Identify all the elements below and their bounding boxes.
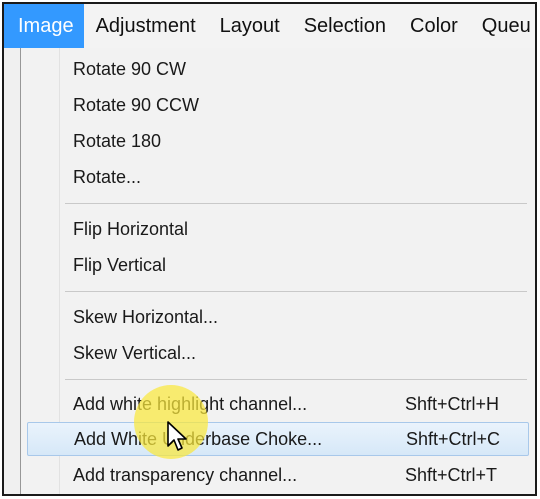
menu-item-rotate-90-cw[interactable]: Rotate 90 CW [27,52,529,86]
menu-item-skew-horizontal[interactable]: Skew Horizontal... [27,300,529,334]
menu-item-flip-vertical[interactable]: Flip Vertical [27,248,529,282]
menu-item-skew-vertical[interactable]: Skew Vertical... [27,336,529,370]
menu-item-label: Flip Vertical [73,254,167,275]
menu-image[interactable]: Image [4,4,84,48]
menu-item-label: Rotate 180 [73,130,162,151]
menu-separator [65,203,527,204]
menu-item-flip-horizontal[interactable]: Flip Horizontal [27,212,529,246]
menu-item-label: Add white highlight channel... [73,393,308,414]
menu-queue[interactable]: Queu [470,4,535,48]
menu-item-label: Skew Horizontal... [73,306,219,327]
menu-item-rotate-180[interactable]: Rotate 180 [27,124,529,158]
menu-item-shortcut: Shft+Ctrl+C [406,428,501,449]
menu-adjustment[interactable]: Adjustment [84,4,208,48]
menu-item-rotate-90-ccw[interactable]: Rotate 90 CCW [27,88,529,122]
menu-item-add-white-highlight-channel[interactable]: Add white highlight channel... Shft+Ctrl… [27,387,529,421]
menu-separator [65,291,527,292]
image-dropdown-menu: Rotate 90 CW Rotate 90 CCW Rotate 180 Ro… [20,48,535,494]
menu-item-add-transparency-channel[interactable]: Add transparency channel... Shft+Ctrl+T [27,458,529,492]
menu-item-label: Rotate 90 CCW [73,94,200,115]
menu-item-rotate-custom[interactable]: Rotate... [27,160,529,194]
menu-selection[interactable]: Selection [292,4,398,48]
menu-layout[interactable]: Layout [208,4,292,48]
menu-item-label: Flip Horizontal [73,218,189,239]
menu-item-label: Rotate... [73,166,142,187]
menu-bar: Image Adjustment Layout Selection Color … [4,4,535,48]
menu-item-shortcut: Shft+Ctrl+T [405,464,498,485]
app-window: Image Adjustment Layout Selection Color … [2,2,537,496]
menu-separator [65,379,527,380]
menu-item-label: Rotate 90 CW [73,58,187,79]
menu-item-shortcut: Shft+Ctrl+H [405,393,500,414]
menu-item-label: Skew Vertical... [73,342,197,363]
menu-item-add-white-underbase-choke[interactable]: Add White Underbase Choke... Shft+Ctrl+C [27,422,529,456]
menu-color[interactable]: Color [398,4,470,48]
menu-item-label: Add transparency channel... [73,464,298,485]
menu-item-label: Add White Underbase Choke... [74,428,323,449]
